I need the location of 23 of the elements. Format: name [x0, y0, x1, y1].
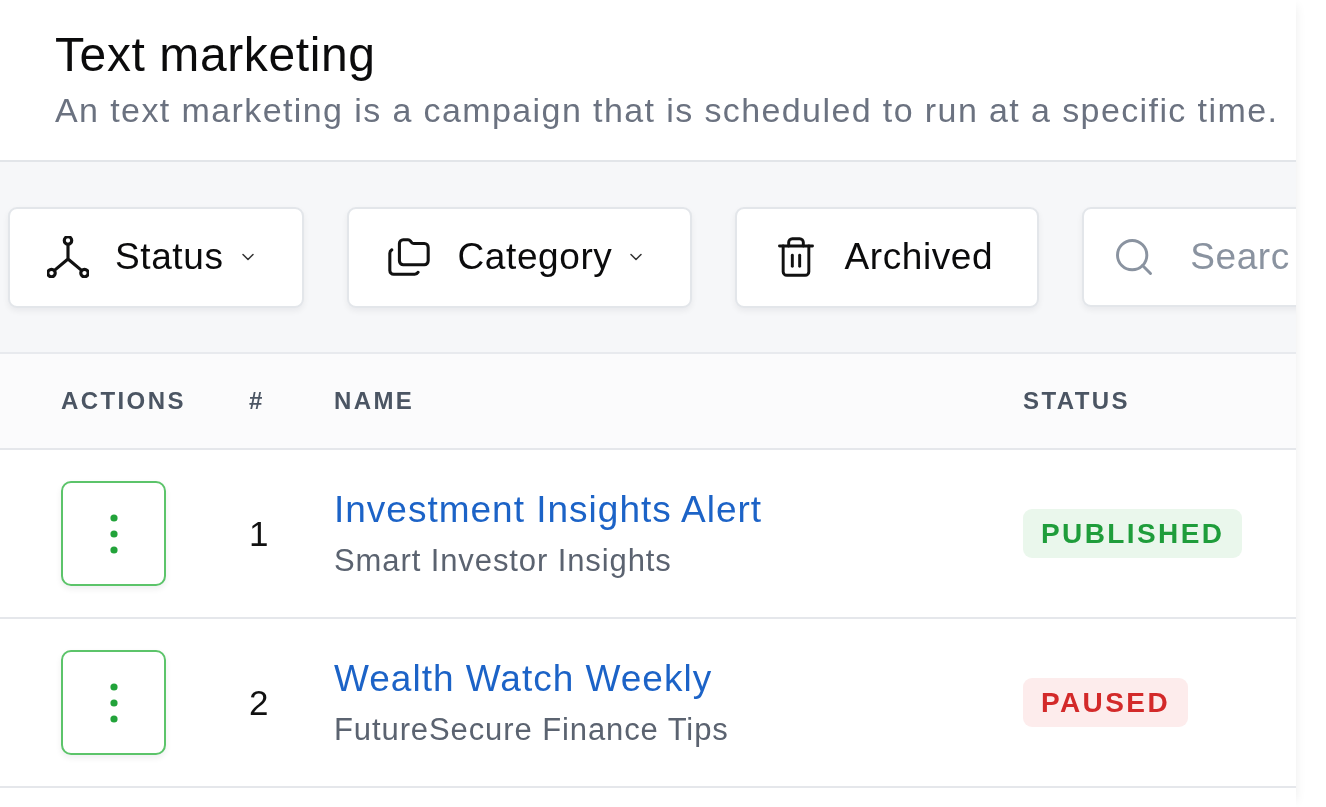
page-description: An text marketing is a campaign that is scheduled to run at a specific time.	[55, 90, 1279, 130]
branch-icon	[47, 236, 89, 278]
column-header: #	[249, 387, 265, 415]
vertical-dots-icon	[109, 682, 118, 723]
campaign-sender: Smart Investor Insights	[334, 542, 672, 579]
column-header: STATUS	[1023, 387, 1130, 415]
campaign-name-link[interactable]: Wealth Watch Weekly	[334, 657, 713, 700]
status-badge: PAUSED	[1023, 678, 1188, 727]
archived-filter-button[interactable]: Archived	[735, 206, 1040, 308]
search-field[interactable]: Searc	[1082, 207, 1296, 307]
row-number: 1	[249, 513, 269, 554]
page-title: Text marketing	[55, 28, 376, 82]
status-badge: PUBLISHED	[1023, 509, 1243, 558]
category-filter-button[interactable]: Category	[346, 206, 693, 308]
actions-menu-button[interactable]	[61, 650, 166, 755]
column-header: NAME	[334, 387, 415, 415]
vertical-dots-icon	[109, 513, 118, 554]
campaign-name-link[interactable]: Investment Insights Alert	[334, 488, 763, 531]
row-number: 2	[249, 682, 269, 723]
actions-menu-button[interactable]	[61, 481, 166, 586]
campaign-sender: FutureSecure Finance Tips	[334, 711, 729, 748]
column-header: ACTIONS	[61, 387, 186, 415]
status-filter-button[interactable]: Status	[8, 206, 304, 308]
